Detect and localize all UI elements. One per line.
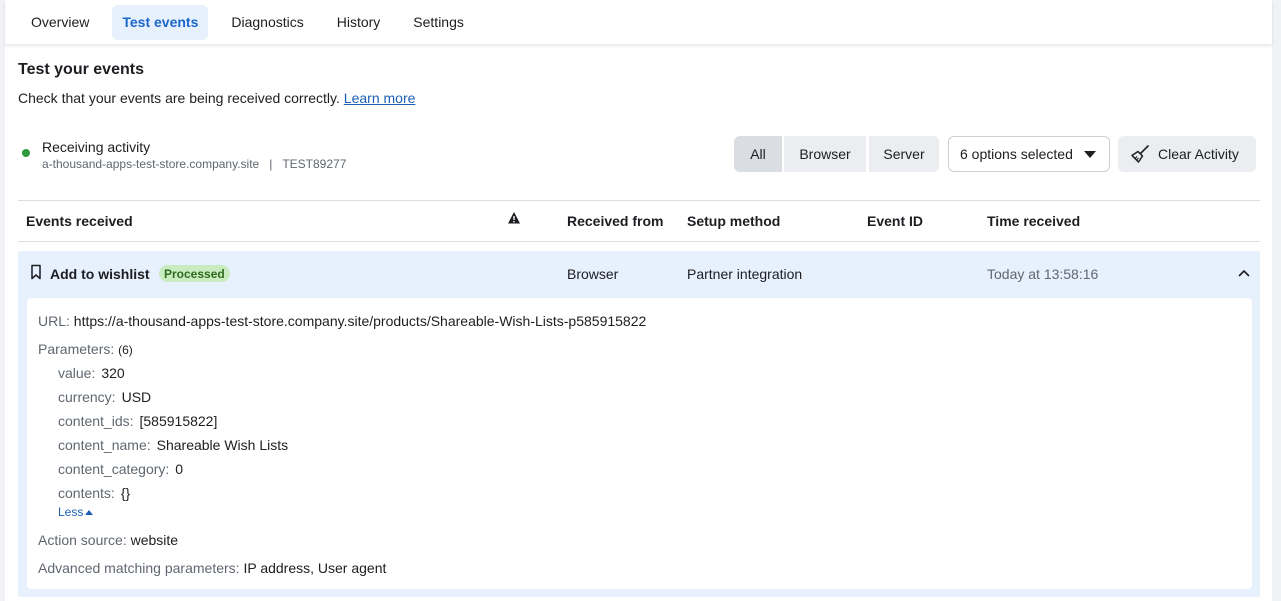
parameters-label: Parameters: <box>38 341 115 357</box>
param-row: content_ids: [585915822] <box>58 413 217 429</box>
site-domain: a-thousand-apps-test-store.company.site <box>42 157 260 171</box>
setup-method-value: Partner integration <box>687 266 803 282</box>
param-value: [585915822] <box>139 413 218 429</box>
col-received-from: Received from <box>567 213 664 229</box>
url-value: https://a-thousand-apps-test-store.compa… <box>73 313 647 329</box>
param-key: currency: <box>58 389 116 405</box>
page-title: Test your events <box>18 61 144 78</box>
advanced-matching-label: Advanced matching parameters: <box>38 560 240 576</box>
param-key: content_name: <box>58 437 151 453</box>
status-dot <box>22 149 30 157</box>
param-value: 320 <box>101 365 125 381</box>
page-description: Check that your events are being receive… <box>18 90 415 106</box>
advanced-matching-value: IP address, User agent <box>243 560 387 576</box>
param-row: currency: USD <box>58 389 151 405</box>
filter-server-button[interactable]: Server <box>869 136 939 172</box>
param-value: 0 <box>175 461 184 477</box>
less-toggle[interactable]: Less <box>58 505 94 519</box>
separator: | <box>269 157 273 171</box>
activity-status: Receiving activity <box>42 139 151 155</box>
warning-icon <box>508 212 520 224</box>
col-event-id: Event ID <box>867 213 924 229</box>
event-name: Add to wishlist <box>50 266 150 282</box>
filter-all-button[interactable]: All <box>734 136 782 172</box>
chevron-up-icon[interactable] <box>1238 268 1250 278</box>
broom-icon <box>1131 145 1149 163</box>
tab-overview[interactable]: Overview <box>21 5 99 40</box>
clear-activity-label: Clear Activity <box>1158 146 1239 162</box>
learn-more-link[interactable]: Learn more <box>344 90 416 106</box>
col-events-received: Events received <box>26 213 133 229</box>
received-from-value: Browser <box>567 266 619 282</box>
param-row: content_category: 0 <box>58 461 183 477</box>
param-key: contents: <box>58 485 115 501</box>
activity-subline: a-thousand-apps-test-store.company.site |… <box>42 157 346 171</box>
action-source-value: website <box>130 532 179 548</box>
tab-diagnostics[interactable]: Diagnostics <box>221 5 313 40</box>
param-value: USD <box>121 389 152 405</box>
param-row: value: 320 <box>58 365 125 381</box>
col-time-received: Time received <box>987 213 1081 229</box>
tab-history[interactable]: History <box>327 5 391 40</box>
less-label: Less <box>58 505 84 519</box>
action-source-label: Action source: <box>38 532 127 548</box>
bookmark-icon <box>31 264 41 280</box>
parameters-count: (6) <box>118 343 133 357</box>
tab-test-events[interactable]: Test events <box>112 4 209 40</box>
action-source-line: Action source: website <box>38 532 178 548</box>
test-events-panel: Overview Test events Diagnostics History… <box>5 0 1272 601</box>
caret-down-icon <box>1084 151 1096 158</box>
url-line: URL: https://a-thousand-apps-test-store.… <box>38 313 646 329</box>
tab-bar: Overview Test events Diagnostics History… <box>5 0 1272 44</box>
param-row: contents: {} <box>58 485 130 501</box>
param-row: content_name: Shareable Wish Lists <box>58 437 288 453</box>
advanced-matching-line: Advanced matching parameters: IP address… <box>38 560 386 576</box>
url-label: URL: <box>38 313 70 329</box>
col-setup-method: Setup method <box>687 213 781 229</box>
status-badge: Processed <box>159 265 230 282</box>
param-key: value: <box>58 365 96 381</box>
triangle-up-icon <box>85 510 94 515</box>
clear-activity-button[interactable]: Clear Activity <box>1118 136 1256 172</box>
time-received-value: Today at 13:58:16 <box>987 266 1099 282</box>
parameters-line: Parameters: (6) <box>38 341 133 357</box>
dropdown-label: 6 options selected <box>960 146 1073 162</box>
param-value: Shareable Wish Lists <box>156 437 289 453</box>
event-options-dropdown[interactable]: 6 options selected <box>948 136 1110 172</box>
param-key: content_category: <box>58 461 170 477</box>
param-key: content_ids: <box>58 413 134 429</box>
event-details: URL: https://a-thousand-apps-test-store.… <box>27 298 1252 589</box>
filter-browser-button[interactable]: Browser <box>784 136 866 172</box>
test-code: TEST89277 <box>282 157 347 171</box>
divider <box>18 241 1260 242</box>
description-text: Check that your events are being receive… <box>18 90 340 106</box>
param-value: {} <box>120 485 131 501</box>
divider <box>18 200 1260 201</box>
tab-settings[interactable]: Settings <box>403 5 474 40</box>
